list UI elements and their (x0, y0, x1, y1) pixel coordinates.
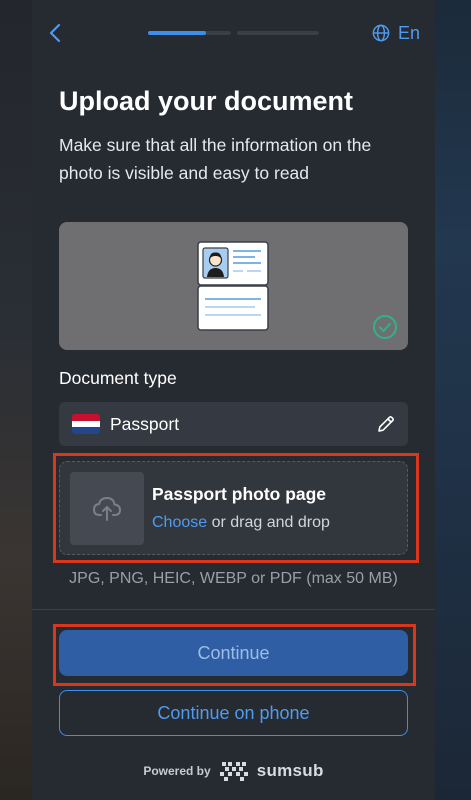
upload-highlight-box (53, 453, 419, 563)
top-bar: En (32, 0, 435, 66)
continue-highlight-box (53, 624, 416, 686)
check-circle-icon (373, 315, 397, 339)
continue-on-phone-button[interactable]: Continue on phone (59, 690, 408, 736)
document-type-value: Passport (110, 413, 180, 434)
supported-formats-text: JPG, PNG, HEIC, WEBP or PDF (max 50 MB) (69, 570, 398, 587)
chevron-left-icon (49, 23, 61, 43)
globe-icon (372, 24, 390, 42)
flag-stripe-red (72, 414, 100, 421)
pencil-icon[interactable] (376, 414, 396, 434)
netherlands-flag-icon (72, 414, 100, 434)
progress-step-1 (148, 31, 231, 35)
document-type-label: Document type (59, 368, 177, 388)
flag-stripe-blue (72, 427, 100, 434)
page-subtitle: Make sure that all the information on th… (59, 135, 372, 183)
document-illustration (59, 222, 408, 350)
progress-step-2 (237, 31, 319, 35)
sumsub-logo-icon (219, 762, 248, 781)
brand-name: sumsub (256, 761, 324, 780)
page-title: Upload your document (59, 86, 354, 116)
divider (32, 609, 435, 610)
flag-stripe-white (72, 420, 100, 428)
language-selector[interactable]: En (372, 22, 420, 44)
background-left (0, 0, 32, 800)
powered-by-footer: Powered by sumsub (32, 758, 435, 784)
progress-step-1-fill (148, 31, 207, 35)
background-right (435, 0, 471, 800)
passport-illustration-icon (197, 241, 269, 331)
document-type-selector[interactable]: Passport (59, 402, 408, 446)
language-label: En (398, 22, 421, 43)
back-button[interactable] (46, 22, 66, 44)
powered-by-label: Powered by (143, 764, 211, 778)
